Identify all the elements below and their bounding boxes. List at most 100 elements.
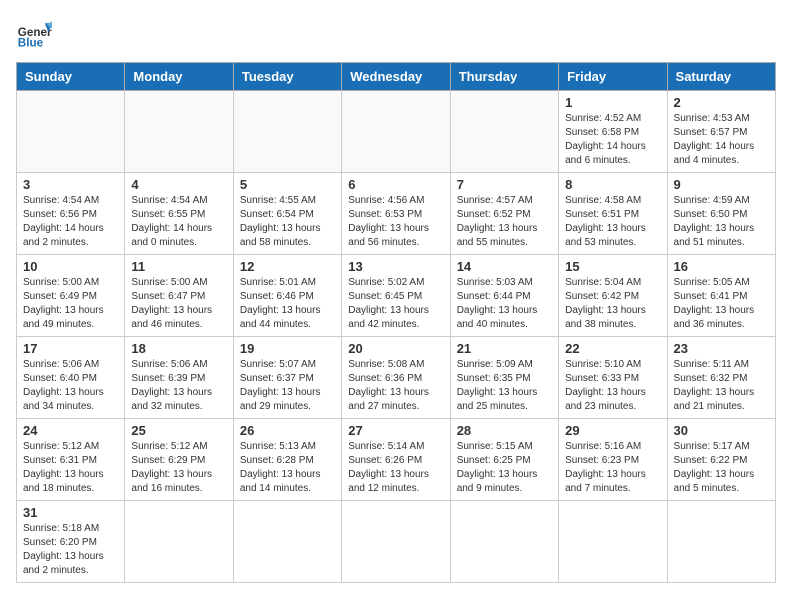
day-number: 8 — [565, 177, 660, 192]
day-number: 17 — [23, 341, 118, 356]
calendar-cell: 1 Sunrise: 4:52 AM Sunset: 6:58 PM Daylig… — [559, 91, 667, 173]
calendar-cell: 8Sunrise: 4:58 AM Sunset: 6:51 PM Daylig… — [559, 173, 667, 255]
day-number: 22 — [565, 341, 660, 356]
day-info: Sunrise: 5:06 AM Sunset: 6:39 PM Dayligh… — [131, 358, 226, 414]
calendar-cell: 15 Sunrise: 5:04 AM Sunset: 6:42 PM Dayli… — [559, 255, 667, 337]
calendar-cell — [450, 91, 558, 173]
calendar-cell: 20Sunrise: 5:08 AM Sunset: 6:36 PM Dayli… — [342, 337, 450, 419]
day-number: 23 — [674, 341, 769, 356]
day-info: Sunrise: 4:57 AM Sunset: 6:52 PM Dayligh… — [457, 194, 552, 250]
calendar-week-row: 24 Sunrise: 5:12 AM Sunset: 6:31 PM Dayli… — [17, 419, 776, 501]
calendar-cell: 5 Sunrise: 4:55 AM Sunset: 6:54 PM Daylig… — [233, 173, 341, 255]
day-info: Sunrise: 5:13 AM Sunset: 6:28 PM Dayligh… — [240, 440, 335, 496]
weekday-header-tuesday: Tuesday — [233, 63, 341, 91]
weekday-header-wednesday: Wednesday — [342, 63, 450, 91]
calendar-cell: 4 Sunrise: 4:54 AM Sunset: 6:55 PM Daylig… — [125, 173, 233, 255]
calendar-table: SundayMondayTuesdayWednesdayThursdayFrid… — [16, 62, 776, 583]
calendar-cell — [667, 501, 775, 583]
calendar-cell: 9Sunrise: 4:59 AM Sunset: 6:50 PM Daylig… — [667, 173, 775, 255]
calendar-cell: 31 Sunrise: 5:18 AM Sunset: 6:20 PM Dayli… — [17, 501, 125, 583]
calendar-cell: 7 Sunrise: 4:57 AM Sunset: 6:52 PM Daylig… — [450, 173, 558, 255]
day-number: 10 — [23, 259, 118, 274]
day-info: Sunrise: 4:56 AM Sunset: 6:53 PM Dayligh… — [348, 194, 443, 250]
calendar-cell — [17, 91, 125, 173]
day-info: Sunrise: 5:09 AM Sunset: 6:35 PM Dayligh… — [457, 358, 552, 414]
day-info: Sunrise: 4:55 AM Sunset: 6:54 PM Dayligh… — [240, 194, 335, 250]
calendar-cell: 10 Sunrise: 5:00 AM Sunset: 6:49 PM Dayli… — [17, 255, 125, 337]
day-info: Sunrise: 5:00 AM Sunset: 6:49 PM Dayligh… — [23, 276, 118, 332]
day-info: Sunrise: 5:01 AM Sunset: 6:46 PM Dayligh… — [240, 276, 335, 332]
day-info: Sunrise: 5:10 AM Sunset: 6:33 PM Dayligh… — [565, 358, 660, 414]
calendar-cell: 19Sunrise: 5:07 AM Sunset: 6:37 PM Dayli… — [233, 337, 341, 419]
calendar-cell: 17 Sunrise: 5:06 AM Sunset: 6:40 PM Dayli… — [17, 337, 125, 419]
calendar-week-row: 17 Sunrise: 5:06 AM Sunset: 6:40 PM Dayli… — [17, 337, 776, 419]
day-info: Sunrise: 5:12 AM Sunset: 6:29 PM Dayligh… — [131, 440, 226, 496]
day-number: 2 — [674, 95, 769, 110]
day-info: Sunrise: 5:17 AM Sunset: 6:22 PM Dayligh… — [674, 440, 769, 496]
day-number: 7 — [457, 177, 552, 192]
calendar-cell: 22 Sunrise: 5:10 AM Sunset: 6:33 PM Dayli… — [559, 337, 667, 419]
calendar-cell: 18 Sunrise: 5:06 AM Sunset: 6:39 PM Dayli… — [125, 337, 233, 419]
calendar-cell — [559, 501, 667, 583]
weekday-header-thursday: Thursday — [450, 63, 558, 91]
calendar-week-row: 10 Sunrise: 5:00 AM Sunset: 6:49 PM Dayli… — [17, 255, 776, 337]
calendar-cell — [125, 91, 233, 173]
calendar-cell: 23 Sunrise: 5:11 AM Sunset: 6:32 PM Dayli… — [667, 337, 775, 419]
calendar-cell: 28Sunrise: 5:15 AM Sunset: 6:25 PM Dayli… — [450, 419, 558, 501]
day-number: 24 — [23, 423, 118, 438]
weekday-header-row: SundayMondayTuesdayWednesdayThursdayFrid… — [17, 63, 776, 91]
calendar-cell: 14 Sunrise: 5:03 AM Sunset: 6:44 PM Dayli… — [450, 255, 558, 337]
day-number: 6 — [348, 177, 443, 192]
day-number: 1 — [565, 95, 660, 110]
day-info: Sunrise: 5:05 AM Sunset: 6:41 PM Dayligh… — [674, 276, 769, 332]
day-number: 3 — [23, 177, 118, 192]
day-info: Sunrise: 5:00 AM Sunset: 6:47 PM Dayligh… — [131, 276, 226, 332]
calendar-cell: 11 Sunrise: 5:00 AM Sunset: 6:47 PM Dayli… — [125, 255, 233, 337]
day-number: 14 — [457, 259, 552, 274]
day-info: Sunrise: 5:18 AM Sunset: 6:20 PM Dayligh… — [23, 522, 118, 578]
day-number: 15 — [565, 259, 660, 274]
calendar-cell: 13 Sunrise: 5:02 AM Sunset: 6:45 PM Dayli… — [342, 255, 450, 337]
day-info: Sunrise: 4:54 AM Sunset: 6:56 PM Dayligh… — [23, 194, 118, 250]
day-info: Sunrise: 5:03 AM Sunset: 6:44 PM Dayligh… — [457, 276, 552, 332]
page-header: General Blue — [16, 16, 776, 52]
day-info: Sunrise: 5:16 AM Sunset: 6:23 PM Dayligh… — [565, 440, 660, 496]
day-number: 20 — [348, 341, 443, 356]
day-info: Sunrise: 4:53 AM Sunset: 6:57 PM Dayligh… — [674, 112, 769, 168]
day-number: 5 — [240, 177, 335, 192]
calendar-cell: 26 Sunrise: 5:13 AM Sunset: 6:28 PM Dayli… — [233, 419, 341, 501]
day-number: 26 — [240, 423, 335, 438]
calendar-cell: 27 Sunrise: 5:14 AM Sunset: 6:26 PM Dayli… — [342, 419, 450, 501]
day-info: Sunrise: 4:52 AM Sunset: 6:58 PM Dayligh… — [565, 112, 660, 168]
day-info: Sunrise: 4:54 AM Sunset: 6:55 PM Dayligh… — [131, 194, 226, 250]
calendar-cell: 21 Sunrise: 5:09 AM Sunset: 6:35 PM Dayli… — [450, 337, 558, 419]
calendar-cell: 30Sunrise: 5:17 AM Sunset: 6:22 PM Dayli… — [667, 419, 775, 501]
calendar-cell — [342, 91, 450, 173]
day-info: Sunrise: 5:11 AM Sunset: 6:32 PM Dayligh… — [674, 358, 769, 414]
calendar-cell — [233, 501, 341, 583]
day-number: 13 — [348, 259, 443, 274]
day-info: Sunrise: 5:14 AM Sunset: 6:26 PM Dayligh… — [348, 440, 443, 496]
weekday-header-monday: Monday — [125, 63, 233, 91]
day-info: Sunrise: 5:02 AM Sunset: 6:45 PM Dayligh… — [348, 276, 443, 332]
day-info: Sunrise: 5:12 AM Sunset: 6:31 PM Dayligh… — [23, 440, 118, 496]
day-number: 29 — [565, 423, 660, 438]
weekday-header-saturday: Saturday — [667, 63, 775, 91]
svg-text:Blue: Blue — [18, 37, 44, 50]
day-info: Sunrise: 5:06 AM Sunset: 6:40 PM Dayligh… — [23, 358, 118, 414]
calendar-cell: 6 Sunrise: 4:56 AM Sunset: 6:53 PM Daylig… — [342, 173, 450, 255]
day-number: 12 — [240, 259, 335, 274]
calendar-cell: 2 Sunrise: 4:53 AM Sunset: 6:57 PM Daylig… — [667, 91, 775, 173]
day-number: 25 — [131, 423, 226, 438]
day-number: 21 — [457, 341, 552, 356]
day-number: 18 — [131, 341, 226, 356]
day-info: Sunrise: 5:04 AM Sunset: 6:42 PM Dayligh… — [565, 276, 660, 332]
day-number: 31 — [23, 505, 118, 520]
calendar-cell: 12 Sunrise: 5:01 AM Sunset: 6:46 PM Dayli… — [233, 255, 341, 337]
calendar-cell — [125, 501, 233, 583]
calendar-cell: 16Sunrise: 5:05 AM Sunset: 6:41 PM Dayli… — [667, 255, 775, 337]
day-number: 27 — [348, 423, 443, 438]
day-number: 11 — [131, 259, 226, 274]
day-info: Sunrise: 5:07 AM Sunset: 6:37 PM Dayligh… — [240, 358, 335, 414]
day-number: 4 — [131, 177, 226, 192]
